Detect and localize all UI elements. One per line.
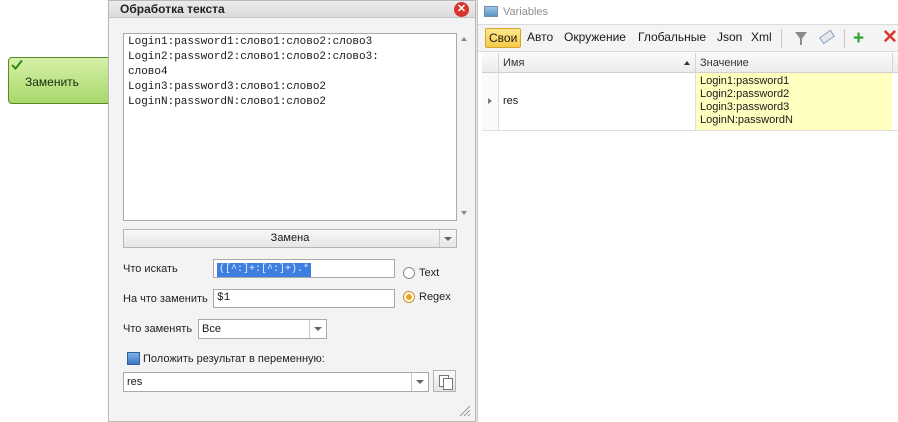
- text-line: Login2:password2:слово1:слово2:слово3:: [128, 51, 379, 63]
- value-line: Login2:password2: [700, 88, 790, 100]
- result-variable-dropdown[interactable]: res: [123, 372, 429, 392]
- tab-json[interactable]: Json: [717, 30, 742, 44]
- variables-window-icon: [484, 6, 498, 17]
- operation-mode-dropdown[interactable]: Замена: [123, 229, 457, 248]
- save-to-variable-label: Положить результат в переменную:: [143, 353, 325, 365]
- value-line: Login3:password3: [700, 101, 790, 113]
- replace-label: На что заменить: [123, 293, 208, 305]
- mode-text-label[interactable]: Text: [419, 267, 439, 279]
- variables-panel: Variables Свои Авто Окружение Глобальные…: [477, 0, 898, 422]
- variables-panel-title: Variables: [503, 6, 549, 18]
- action-node-replace[interactable]: Заменить: [8, 57, 112, 104]
- tab-own[interactable]: Свои: [485, 28, 522, 48]
- what-to-replace-value: Все: [202, 323, 221, 335]
- dialog-title: Обработка текста: [120, 2, 225, 16]
- resize-grip-icon[interactable]: [457, 403, 471, 417]
- tab-global[interactable]: Глобальные: [638, 30, 706, 44]
- operation-mode-value: Замена: [270, 232, 310, 244]
- toolbar-separator: [781, 29, 782, 48]
- chevron-down-icon[interactable]: [411, 373, 428, 391]
- column-header-value[interactable]: Значение: [696, 53, 893, 73]
- row-indicator-header: [482, 53, 499, 73]
- chevron-down-icon[interactable]: [439, 230, 456, 247]
- text-line: слово4: [128, 66, 168, 78]
- close-icon[interactable]: ✕: [454, 2, 469, 17]
- text-processing-dialog: Обработка текста ✕ Login1:password1:слов…: [108, 0, 476, 422]
- what-to-replace-dropdown[interactable]: Все: [198, 319, 327, 339]
- replace-with-input[interactable]: $1: [213, 289, 395, 308]
- eraser-icon[interactable]: [818, 29, 836, 45]
- table-row[interactable]: res Login1:password1 Login2:password2 Lo…: [482, 73, 898, 131]
- delete-variable-icon[interactable]: ✕: [882, 28, 898, 47]
- tab-xml[interactable]: Xml: [751, 30, 772, 44]
- find-label: Что искать: [123, 263, 178, 275]
- mode-regex-label[interactable]: Regex: [419, 291, 451, 303]
- column-value-label: Значение: [700, 57, 749, 69]
- result-variable-value: res: [127, 376, 143, 388]
- node-label: Заменить: [25, 75, 79, 89]
- row-expand-icon[interactable]: [482, 73, 499, 130]
- text-line: LoginN:passwordN:слово1:слово2: [128, 96, 327, 108]
- find-pattern-selection: ([^:]+:[^:]+).*: [217, 263, 312, 277]
- dialog-titlebar[interactable]: Обработка текста ✕: [109, 1, 475, 18]
- value-line: Login1:password1: [700, 75, 790, 87]
- variable-value-cell[interactable]: Login1:password1 Login2:password2 Login3…: [695, 73, 892, 130]
- toolbar-separator: [844, 29, 845, 48]
- mode-regex-radio[interactable]: [403, 291, 415, 303]
- scroll-up-icon[interactable]: [461, 37, 467, 41]
- textarea-scrollbar[interactable]: [457, 35, 471, 219]
- text-line: Login1:password1:слово1:слово2:слово3: [128, 36, 373, 48]
- sort-ascending-icon: [684, 61, 690, 65]
- add-variable-icon[interactable]: +: [853, 29, 864, 48]
- text-line: Login3:password3:слово1:слово2: [128, 81, 327, 93]
- chevron-down-icon[interactable]: [309, 320, 326, 338]
- grid-header: Имя Значение: [482, 53, 898, 73]
- find-pattern-input[interactable]: ([^:]+:[^:]+).*: [213, 259, 395, 278]
- tab-auto[interactable]: Авто: [527, 30, 553, 44]
- variable-name-cell: res: [503, 95, 519, 107]
- variable-icon: [127, 352, 140, 365]
- tab-environment[interactable]: Окружение: [564, 30, 626, 44]
- input-text-area[interactable]: Login1:password1:слово1:слово2:слово3 Lo…: [123, 33, 467, 221]
- variables-toolbar: Свои Авто Окружение Глобальные Json Xml …: [478, 24, 898, 52]
- what-to-replace-label: Что заменять: [123, 323, 193, 335]
- value-line: LoginN:passwordN: [700, 114, 793, 126]
- column-header-name[interactable]: Имя: [499, 53, 696, 73]
- check-icon: [11, 59, 23, 70]
- copy-icon[interactable]: [433, 370, 456, 392]
- mode-text-radio[interactable]: [403, 267, 415, 279]
- scroll-down-icon[interactable]: [461, 211, 467, 215]
- filter-icon-stem: [800, 39, 802, 45]
- column-name-label: Имя: [503, 57, 525, 69]
